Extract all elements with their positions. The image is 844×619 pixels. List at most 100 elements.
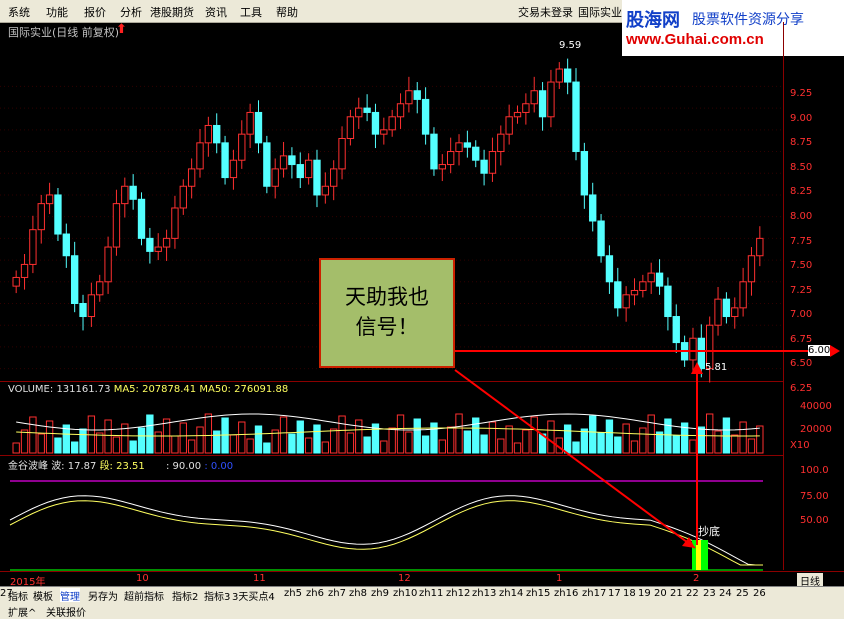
indicator-tab[interactable]: zh7 xyxy=(328,588,346,599)
volume-bar xyxy=(530,416,538,454)
indicator-tab[interactable]: 指标3 xyxy=(204,588,230,603)
candle-body xyxy=(330,168,338,187)
candle-body xyxy=(121,185,129,205)
callout-line2: 信号！ xyxy=(355,315,419,339)
candle-body xyxy=(430,133,438,170)
candle-body xyxy=(171,207,179,239)
indicator-tab[interactable]: 19 xyxy=(638,588,651,599)
volume-bar xyxy=(363,436,371,454)
indicator-tab[interactable]: 模板 xyxy=(33,588,53,603)
indicator-tab[interactable]: 26 xyxy=(753,588,766,599)
volume-bar xyxy=(380,440,388,454)
indicator-tab[interactable]: 24 xyxy=(719,588,732,599)
volume-bar xyxy=(522,429,530,454)
candle-body xyxy=(363,107,371,113)
volume-ma50: MA50: 276091.88 xyxy=(199,384,289,395)
bottom-bar: 扩展^ 关联报价 xyxy=(0,602,844,619)
volume-bar xyxy=(513,442,522,454)
volume-bar xyxy=(154,431,162,454)
price-tick: 7.25 xyxy=(790,285,813,296)
volume-bar xyxy=(171,435,179,454)
candle-body xyxy=(655,272,664,287)
price-tick: 8.50 xyxy=(790,162,813,173)
indicator-tab[interactable]: zh11 xyxy=(419,588,443,599)
candle-body xyxy=(96,281,104,296)
low-price-label: 5.81 xyxy=(705,362,728,373)
indicator-tab[interactable]: zh16 xyxy=(554,588,578,599)
volume-bar xyxy=(45,420,54,454)
candle-body xyxy=(371,111,380,135)
volume-bar xyxy=(413,418,421,454)
volume-legend: VOLUME: 131161.73 MA5: 207878.41 MA50: 2… xyxy=(8,384,288,395)
volume-bar xyxy=(263,442,271,454)
indicator-tab[interactable]: 另存为 xyxy=(88,588,118,603)
candle-body xyxy=(70,255,79,305)
candle-body xyxy=(221,142,229,179)
candle-body xyxy=(455,142,463,153)
volume-bar xyxy=(146,414,154,454)
indicator-tab[interactable]: 22 xyxy=(686,588,699,599)
indicator-tab[interactable]: 管理 xyxy=(60,588,80,603)
candle-body xyxy=(438,164,446,170)
indicator-tab[interactable]: 27 xyxy=(0,588,13,599)
volume-bar xyxy=(346,432,355,454)
volume-bar xyxy=(96,432,104,454)
volume-scale: X10 xyxy=(790,440,810,451)
candle-body xyxy=(179,185,187,209)
candle-body xyxy=(731,307,739,318)
indicator-tab[interactable]: zh10 xyxy=(393,588,417,599)
indicator-tab[interactable]: 3天买点4 xyxy=(232,588,275,603)
volume-bar xyxy=(605,419,614,454)
candle-body xyxy=(413,90,421,100)
indicator-tab[interactable]: zh5 xyxy=(284,588,302,599)
candle-body xyxy=(689,337,697,361)
indicator-segment: 段: 23.51 xyxy=(99,461,145,472)
indicator-tab[interactable]: 23 xyxy=(703,588,716,599)
indicator-tab[interactable]: zh15 xyxy=(526,588,550,599)
indicator-tab[interactable]: zh6 xyxy=(306,588,324,599)
candle-body xyxy=(714,298,722,326)
indicator-tab[interactable]: 17 xyxy=(608,588,621,599)
indicator-tab[interactable]: 18 xyxy=(623,588,636,599)
indicator-upper: : 90.00 xyxy=(165,461,202,472)
candle-body xyxy=(12,276,20,287)
volume-bar xyxy=(563,424,572,454)
candle-body xyxy=(672,316,680,344)
volume-bar xyxy=(187,439,196,454)
indicator-tab[interactable]: zh12 xyxy=(446,588,470,599)
expand-tab[interactable]: 扩展^ xyxy=(8,604,36,619)
indicator-tab[interactable]: zh17 xyxy=(582,588,606,599)
price-tick: 8.25 xyxy=(790,186,813,197)
indicator-tab[interactable]: zh14 xyxy=(499,588,523,599)
indicator-tab[interactable]: 20 xyxy=(654,588,667,599)
candle-body xyxy=(112,203,121,248)
candle-body xyxy=(154,246,162,252)
indicator-tab[interactable]: zh8 xyxy=(349,588,367,599)
volume-bar xyxy=(455,413,463,454)
indicator-tab[interactable]: 指标2 xyxy=(172,588,198,603)
candle-body xyxy=(555,68,563,83)
candle-body xyxy=(747,255,756,283)
candle-body xyxy=(263,142,271,187)
price-tick: 7.50 xyxy=(790,260,813,271)
indicator-tab[interactable]: 25 xyxy=(736,588,749,599)
indicator-tab[interactable]: 超前指标 xyxy=(124,588,164,603)
volume-bar xyxy=(238,421,246,454)
candle-body xyxy=(37,203,45,231)
indicator-tab[interactable]: zh13 xyxy=(472,588,496,599)
candle-body xyxy=(45,194,54,205)
indicator-name: 金谷波峰 xyxy=(8,461,48,472)
related-quote-tab[interactable]: 关联报价 xyxy=(46,604,86,619)
price-tick: 8.75 xyxy=(790,137,813,148)
volume-bar xyxy=(54,437,62,454)
indicator-tab[interactable]: zh9 xyxy=(371,588,389,599)
candle-body xyxy=(530,90,538,105)
indicator-tab[interactable]: 21 xyxy=(670,588,683,599)
volume-bar xyxy=(313,424,321,454)
volume-bar xyxy=(446,426,455,454)
volume-bar xyxy=(756,425,764,454)
candle-body xyxy=(279,155,288,170)
price-tick: 7.75 xyxy=(790,236,813,247)
volume-bar xyxy=(589,415,597,454)
candle-body xyxy=(79,303,87,318)
